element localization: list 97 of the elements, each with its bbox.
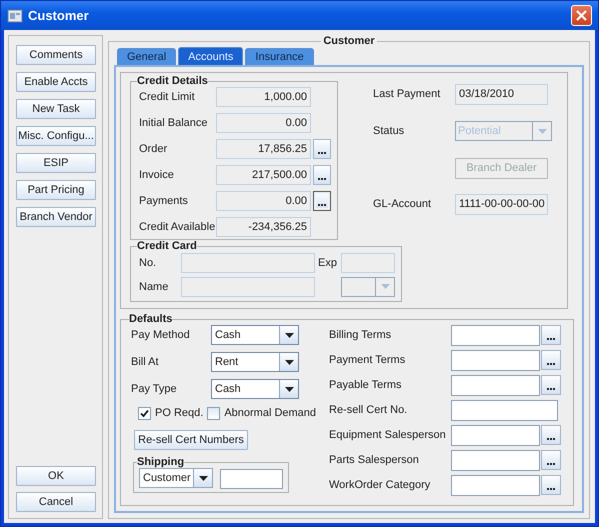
checkbox[interactable] (138, 406, 151, 420)
input-field[interactable] (451, 324, 540, 346)
lookup-button[interactable] (313, 165, 331, 185)
field-label: GL-Account (373, 198, 432, 210)
input-field[interactable] (451, 350, 540, 370)
close-button[interactable] (571, 5, 592, 26)
group-title: Defaults (129, 313, 172, 325)
check-icon (140, 408, 149, 418)
field-label: Billing Terms (329, 329, 392, 341)
ellipsis-icon (547, 387, 555, 390)
input-field[interactable] (451, 474, 540, 496)
dropdown-arrow-icon (284, 332, 294, 338)
field-label: Initial Balance (139, 117, 208, 129)
field-label: Payments (139, 195, 189, 207)
shipping-field[interactable] (220, 469, 283, 489)
lookup-button[interactable] (313, 191, 331, 211)
resell-cert-button[interactable]: Re-sell Cert Numbers (134, 430, 248, 450)
field-label: Pay Type (131, 383, 178, 395)
card-name-field[interactable] (181, 276, 315, 296)
lookup-button[interactable] (541, 325, 561, 345)
amount-field[interactable]: 217,500.00 (216, 165, 311, 185)
dropdown[interactable]: Cash (211, 325, 299, 345)
side-button[interactable]: ESIP (16, 153, 96, 173)
lookup-button[interactable] (541, 475, 561, 495)
lookup-button[interactable] (313, 139, 331, 159)
dropdown-arrow-icon (198, 476, 208, 480)
group-title: Credit Details (137, 75, 208, 87)
ellipsis-icon (547, 337, 555, 340)
field-label: Equipment Salesperson (329, 429, 447, 441)
close-icon (575, 9, 588, 22)
expiry-dropdown[interactable] (341, 276, 395, 296)
lookup-button[interactable] (541, 375, 561, 395)
amount-field[interactable]: -234,356.25 (216, 217, 311, 237)
field-label: Last Payment (373, 88, 442, 100)
dropdown-arrow-icon (284, 386, 294, 392)
field-label: Exp (317, 256, 338, 268)
dialog-button[interactable]: Cancel (16, 492, 96, 512)
side-button[interactable]: Branch Vendor (16, 207, 96, 227)
side-button[interactable]: Part Pricing (16, 180, 96, 200)
dropdown-arrow-icon (538, 128, 546, 134)
ellipsis-icon (547, 362, 555, 365)
lookup-button[interactable] (541, 450, 561, 470)
field-label: Bill At (131, 356, 160, 368)
checkbox[interactable] (207, 406, 220, 420)
ellipsis-icon (318, 177, 326, 180)
field-label: Re-sell Cert No. (329, 404, 408, 416)
checkbox-label: PO Reqd. (155, 407, 204, 419)
input-field[interactable] (451, 424, 540, 446)
field-label: Payment Terms (329, 354, 406, 366)
group-title: Credit Card (137, 240, 197, 252)
dialog-button[interactable]: OK (16, 466, 96, 486)
ellipsis-icon (547, 487, 555, 490)
dropdown-arrow-icon (284, 360, 294, 364)
tab[interactable]: Insurance (245, 48, 314, 65)
lookup-button[interactable] (541, 425, 561, 445)
tab[interactable]: Accounts (178, 47, 244, 65)
field-label: Order (139, 143, 168, 155)
dropdown[interactable]: Cash (211, 379, 299, 399)
input-field[interactable] (451, 374, 540, 396)
amount-field[interactable]: 17,856.25 (216, 139, 311, 159)
field-label: Name (139, 280, 170, 292)
amount-field[interactable]: 1,000.00 (216, 87, 311, 107)
side-button[interactable]: Misc. Configu... (16, 126, 96, 146)
side-button[interactable]: New Task (16, 99, 96, 119)
account-field[interactable]: 1111-00-00-00-00 (455, 194, 548, 214)
panel-title: Customer (322, 35, 376, 47)
field-label: Pay Method (131, 329, 191, 341)
input-field[interactable] (451, 450, 540, 470)
lookup-button[interactable] (541, 350, 561, 370)
checkbox-label: Abnormal Demand (224, 407, 316, 419)
dropdown-arrow-icon (380, 284, 390, 289)
card-number-field[interactable] (181, 252, 315, 272)
ellipsis-icon (318, 151, 326, 154)
field-label: Payable Terms (329, 379, 403, 391)
expiry-field[interactable] (341, 252, 395, 272)
field-label: No. (139, 256, 158, 268)
dropdown[interactable]: Rent (211, 352, 299, 372)
amount-field[interactable]: 0.00 (216, 113, 311, 133)
field-label: WorkOrder Category (329, 479, 432, 491)
side-button[interactable]: Enable Accts (16, 72, 96, 92)
ellipsis-icon (547, 437, 555, 440)
input-field[interactable] (451, 400, 558, 420)
group-title: Shipping (137, 456, 184, 468)
field-label: Invoice (139, 169, 175, 181)
tab[interactable]: General (117, 48, 176, 65)
field-label: Credit Available (139, 221, 216, 233)
shipping-dropdown[interactable]: Customer (139, 468, 213, 488)
side-button[interactable]: Comments (16, 45, 96, 65)
field-label: Credit Limit (139, 91, 196, 103)
ellipsis-icon (547, 462, 555, 465)
field-label: Parts Salesperson (329, 454, 420, 466)
ellipsis-icon (318, 203, 326, 206)
amount-field[interactable]: 0.00 (216, 191, 311, 211)
field-label: Status (373, 125, 406, 137)
date-field[interactable]: 03/18/2010 (455, 84, 548, 104)
window-title: Customer (28, 8, 90, 23)
window-icon (7, 8, 23, 24)
